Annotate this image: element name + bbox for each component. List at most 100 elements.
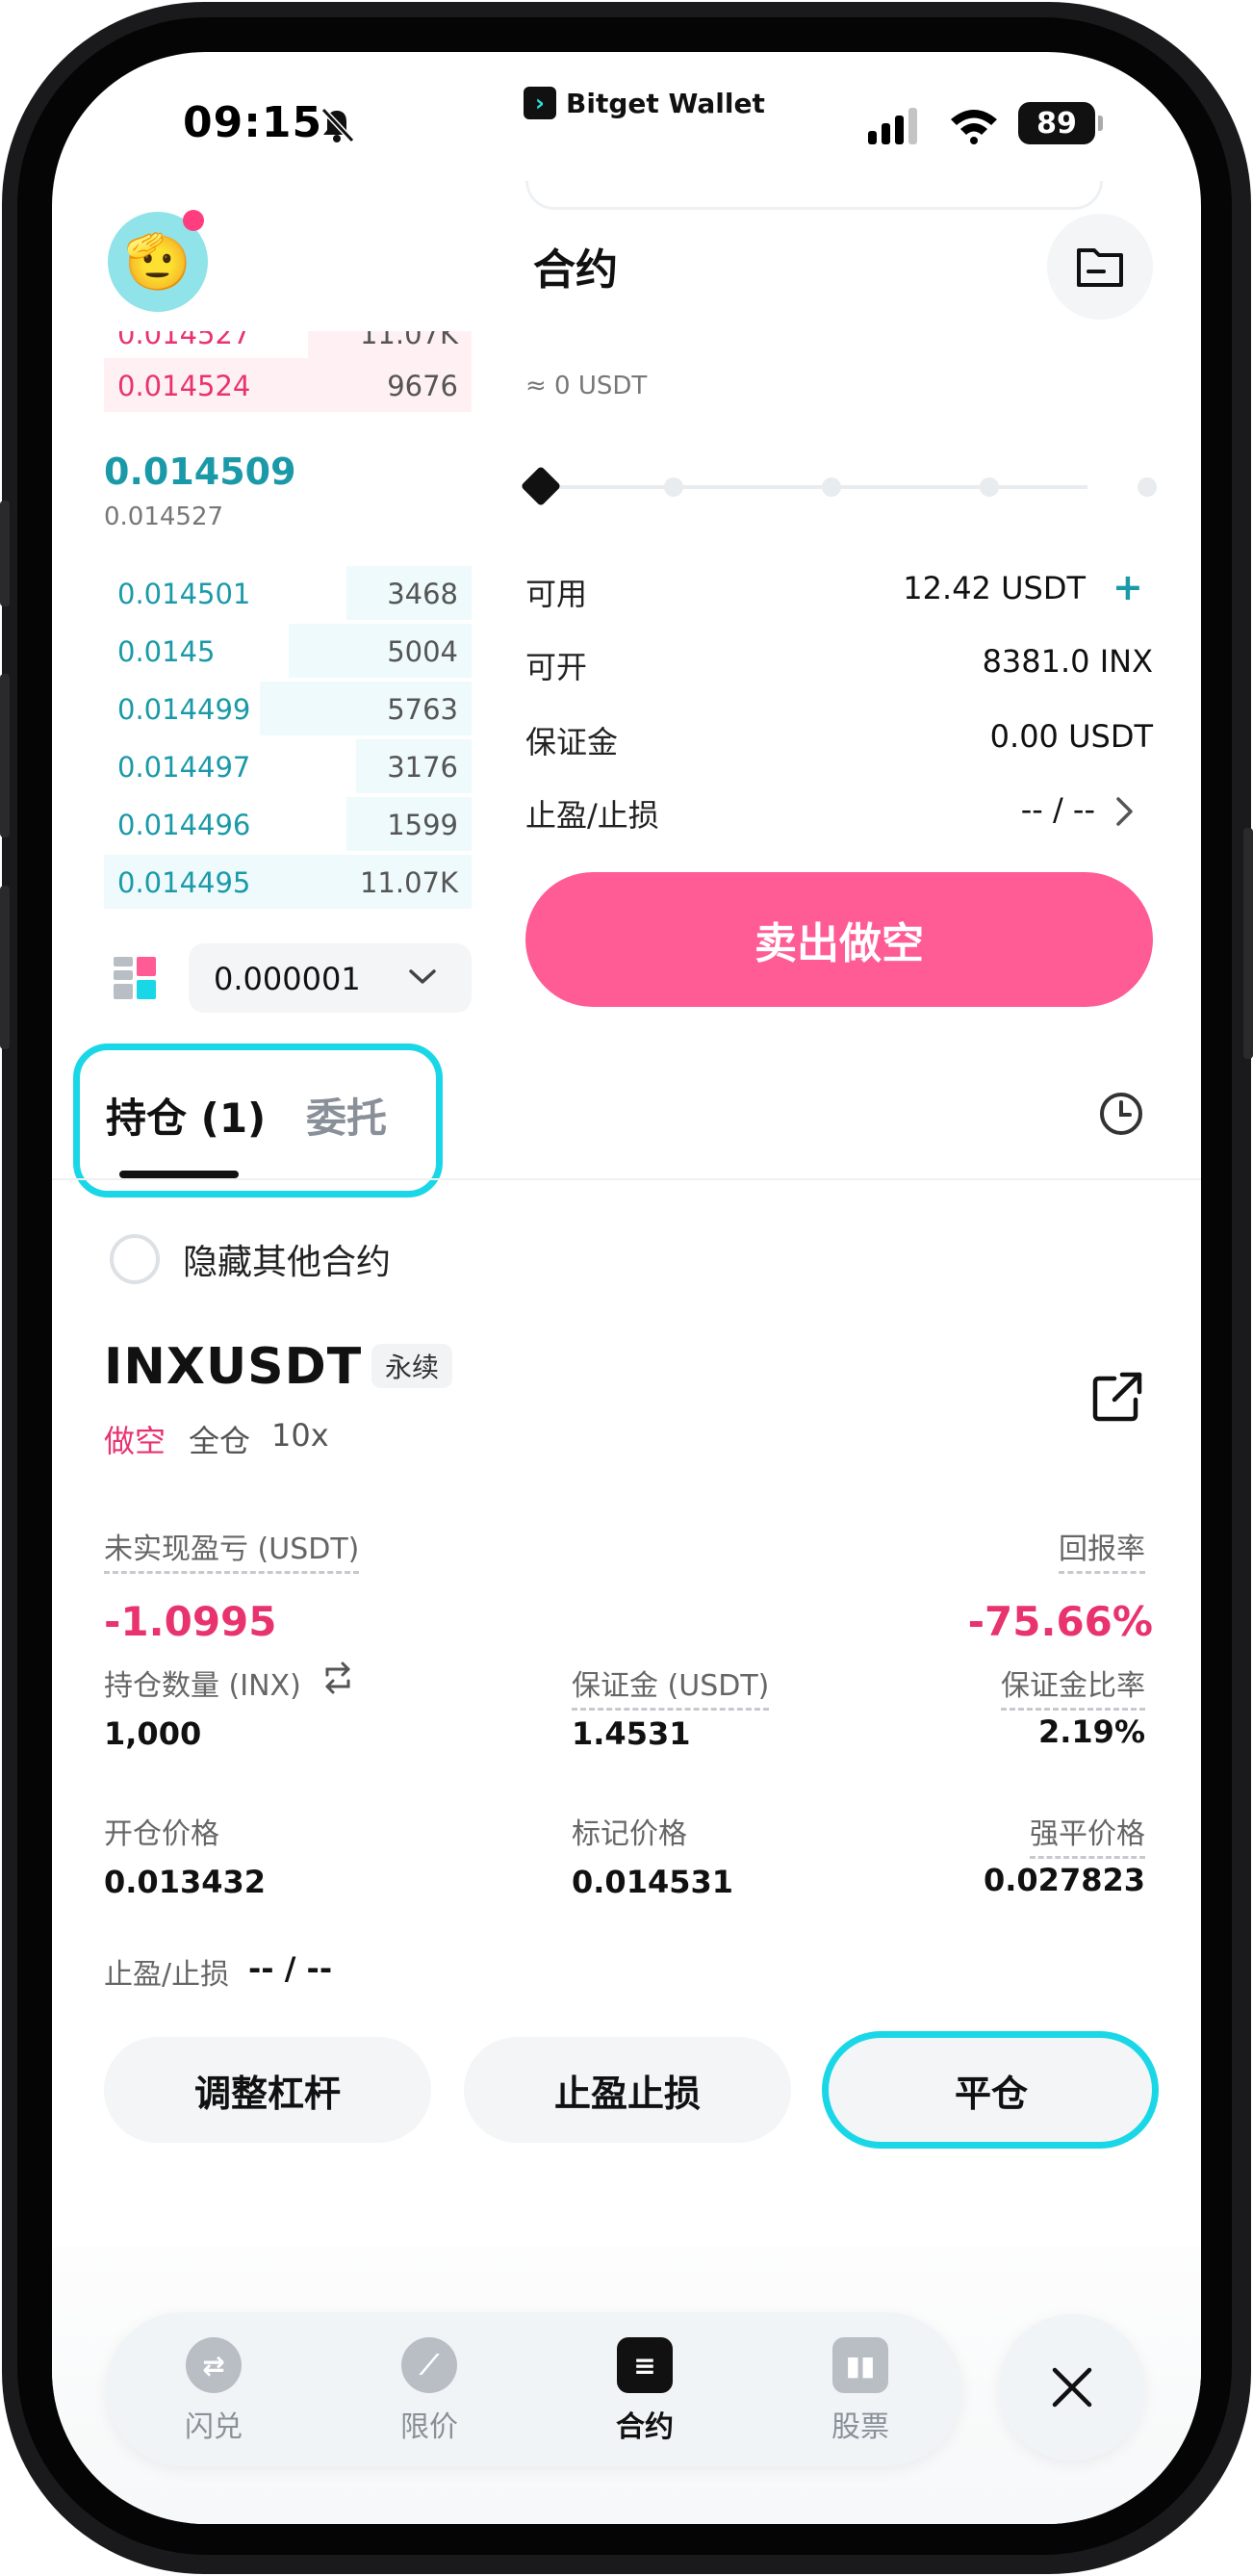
futures-icon: ≡ <box>617 2337 678 2393</box>
slider-step[interactable] <box>1138 477 1157 497</box>
bid-qty: 3176 <box>387 751 458 784</box>
tabs-highlight <box>73 1043 443 1198</box>
orderbook-bid-row[interactable]: 0.014497 3176 <box>104 739 472 793</box>
slider-step[interactable] <box>822 477 841 497</box>
bid-price: 0.014496 <box>117 809 251 841</box>
orderbook-ask-row[interactable]: 0.014524 9676 <box>104 358 472 412</box>
unrealized-pnl-label[interactable]: 未实现盈亏 (USDT) <box>104 1525 360 1574</box>
nav-item-limit[interactable]: ⟋ 限价 <box>362 2337 497 2445</box>
bid-price: 0.014501 <box>117 578 251 610</box>
sell-short-button[interactable]: 卖出做空 <box>525 872 1153 1007</box>
hide-other-label[interactable]: 隐藏其他合约 <box>183 1234 391 1284</box>
orderbook-bid-row[interactable]: 0.014499 5763 <box>104 682 472 735</box>
close-icon <box>1052 2367 1092 2408</box>
orderbook-bid-row[interactable]: 0.014501 3468 <box>104 566 472 620</box>
stocks-icon: ▮▮ <box>832 2337 894 2393</box>
adjust-leverage-button[interactable]: 调整杠杆 <box>104 2037 431 2143</box>
last-price: 0.014509 <box>104 451 296 493</box>
max-open-label: 可开 <box>525 649 588 685</box>
orderbook-layout-icon[interactable] <box>112 955 158 1001</box>
plus-icon[interactable]: + <box>1112 566 1143 608</box>
entry-price-value: 0.013432 <box>104 1864 267 1900</box>
bell-muted-icon <box>320 107 355 143</box>
tpsl-button[interactable]: 止盈止损 <box>464 2037 791 2143</box>
bid-qty: 1599 <box>387 809 458 841</box>
amount-slider[interactable] <box>543 485 1087 489</box>
bid-qty: 5004 <box>387 635 458 668</box>
page-title: 合约 <box>533 245 618 295</box>
roe-label[interactable]: 回报率 <box>1059 1525 1145 1574</box>
chevron-right-icon[interactable] <box>1114 795 1136 828</box>
ask-price: 0.014524 <box>117 370 251 402</box>
available-label: 可用 <box>525 576 588 612</box>
divider <box>52 1178 1201 1180</box>
slider-step[interactable] <box>980 477 999 497</box>
mark-price-value: 0.014531 <box>572 1864 734 1900</box>
orderbook-bid-row[interactable]: 0.014495 11.07K <box>104 855 472 909</box>
amount-input[interactable] <box>525 181 1103 210</box>
phone-side-button <box>0 501 10 606</box>
app-name: Bitget Wallet <box>566 87 765 119</box>
tpsl-value[interactable]: -- / -- <box>1021 791 1095 828</box>
bid-price: 0.014495 <box>117 866 251 899</box>
position-margin-value: 1.4531 <box>572 1715 691 1752</box>
orderbook-bid-row[interactable]: 0.014496 1599 <box>104 797 472 851</box>
size-label: 持仓数量 (INX) <box>104 1669 301 1703</box>
ask-price: 0.014527 <box>117 331 251 350</box>
ask-qty: 9676 <box>387 370 458 402</box>
close-button[interactable] <box>999 2314 1145 2460</box>
tpsl-label[interactable]: 止盈/止损 <box>525 791 659 836</box>
liquidation-price-value: 0.027823 <box>983 1862 1145 1898</box>
folder-button[interactable] <box>1047 214 1153 320</box>
chevron-down-icon <box>409 969 436 984</box>
nav-label: 闪兑 <box>185 2410 243 2444</box>
status-time: 09:15 <box>183 98 323 147</box>
phone-side-button <box>0 886 10 1049</box>
phone-side-button <box>1243 828 1253 1059</box>
position-margin-label[interactable]: 保证金 (USDT) <box>572 1662 770 1711</box>
mark-price: 0.014527 <box>104 502 224 531</box>
position-side: 做空 <box>104 1423 166 1459</box>
slider-step[interactable] <box>664 477 683 497</box>
size-value: 1,000 <box>104 1715 202 1752</box>
approx-value: ≈ 0 USDT <box>525 372 648 400</box>
nav-label: 限价 <box>400 2410 458 2444</box>
nav-item-swap[interactable]: ⇄ 闪兑 <box>146 2337 281 2445</box>
app-screen: 09:15 › Bitget Wallet 89 🫡 合约 0.014527 1… <box>52 52 1201 2524</box>
nav-label: 股票 <box>831 2410 889 2444</box>
margin-label: 保证金 <box>525 724 619 760</box>
slider-thumb[interactable] <box>520 465 562 507</box>
wifi-icon <box>951 110 997 144</box>
margin-mode: 全仓 <box>189 1423 251 1459</box>
nav-item-futures[interactable]: ≡ 合约 <box>577 2337 712 2445</box>
history-clock-icon[interactable] <box>1097 1090 1145 1138</box>
nav-item-stocks[interactable]: ▮▮ 股票 <box>793 2337 928 2445</box>
precision-value: 0.000001 <box>214 961 361 997</box>
swap-icon: ⇄ <box>186 2337 247 2393</box>
position-symbol: INXUSDT <box>104 1338 363 1396</box>
roe-value: -75.66% <box>967 1598 1153 1645</box>
hide-other-checkbox[interactable] <box>110 1234 160 1284</box>
margin-ratio-label[interactable]: 保证金比率 <box>1001 1662 1145 1711</box>
folder-icon <box>1077 248 1123 287</box>
orderbook-bid-row[interactable]: 0.0145 5004 <box>104 624 472 678</box>
unit-switch-icon[interactable] <box>321 1662 354 1694</box>
position-tpsl-value: -- / -- <box>248 1950 333 1987</box>
max-open-value: 8381.0 INX <box>982 643 1153 680</box>
precision-dropdown[interactable]: 0.000001 <box>189 943 472 1013</box>
bitget-logo-icon: › <box>524 87 556 119</box>
entry-price-label: 开仓价格 <box>104 1817 219 1851</box>
limit-icon: ⟋ <box>401 2337 463 2393</box>
bid-qty: 11.07K <box>359 866 458 899</box>
bid-price: 0.0145 <box>117 635 216 668</box>
battery-indicator: 89 <box>1018 102 1103 144</box>
share-icon[interactable] <box>1091 1371 1143 1423</box>
perpetual-badge: 永续 <box>371 1344 453 1388</box>
position-tpsl-label: 止盈/止损 <box>104 1958 230 1992</box>
bid-price: 0.014499 <box>117 693 251 726</box>
phone-side-button <box>0 674 10 837</box>
liquidation-price-label[interactable]: 强平价格 <box>1030 1810 1145 1859</box>
orderbook-ask-row[interactable]: 0.014527 11.07K <box>104 331 472 358</box>
bid-price: 0.014497 <box>117 751 251 784</box>
leverage-value: 10x <box>271 1417 329 1454</box>
